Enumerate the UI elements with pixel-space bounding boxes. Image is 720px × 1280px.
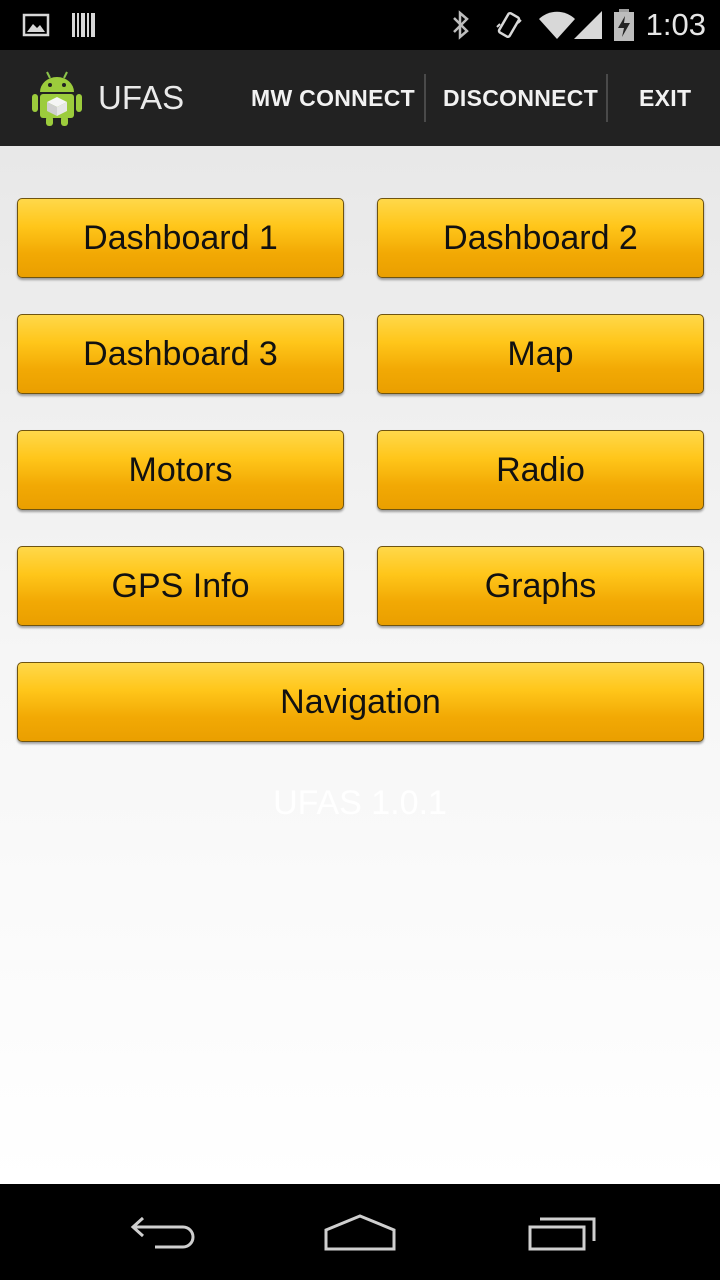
dashboard-1-button[interactable]: Dashboard 1 xyxy=(17,198,344,278)
dashboard-2-button[interactable]: Dashboard 2 xyxy=(377,198,704,278)
home-icon[interactable] xyxy=(310,1198,410,1268)
status-bar: 1:03 xyxy=(0,0,720,50)
action-divider xyxy=(424,74,426,122)
map-button[interactable]: Map xyxy=(377,314,704,394)
back-icon[interactable] xyxy=(110,1198,210,1268)
app-title: UFAS xyxy=(98,79,185,116)
wifi-icon xyxy=(537,0,577,50)
dashboard-3-button[interactable]: Dashboard 3 xyxy=(17,314,344,394)
gps-info-button[interactable]: GPS Info xyxy=(17,546,344,626)
recent-apps-icon[interactable] xyxy=(512,1198,612,1268)
barcode-notification-icon xyxy=(70,0,98,50)
signal-icon xyxy=(572,0,604,50)
android-robot-icon[interactable] xyxy=(30,68,84,128)
main-content: Dashboard 1 Dashboard 2 Dashboard 3 Map … xyxy=(0,146,720,1184)
bluetooth-icon xyxy=(450,0,472,50)
exit-button[interactable]: EXIT xyxy=(639,50,691,146)
image-notification-icon xyxy=(22,0,50,50)
vibrate-icon xyxy=(494,0,524,50)
mw-connect-button[interactable]: MW CONNECT xyxy=(251,50,415,146)
action-divider xyxy=(606,74,608,122)
system-nav-bar xyxy=(0,1184,720,1280)
navigation-button[interactable]: Navigation xyxy=(17,662,704,742)
clock: 1:03 xyxy=(645,7,706,42)
graphs-button[interactable]: Graphs xyxy=(377,546,704,626)
battery-icon xyxy=(612,0,636,50)
motors-button[interactable]: Motors xyxy=(17,430,344,510)
version-label: UFAS 1.0.1 xyxy=(273,784,447,822)
radio-button[interactable]: Radio xyxy=(377,430,704,510)
action-bar: UFAS MW CONNECT DISCONNECT EXIT xyxy=(0,50,720,148)
disconnect-button[interactable]: DISCONNECT xyxy=(443,50,598,146)
